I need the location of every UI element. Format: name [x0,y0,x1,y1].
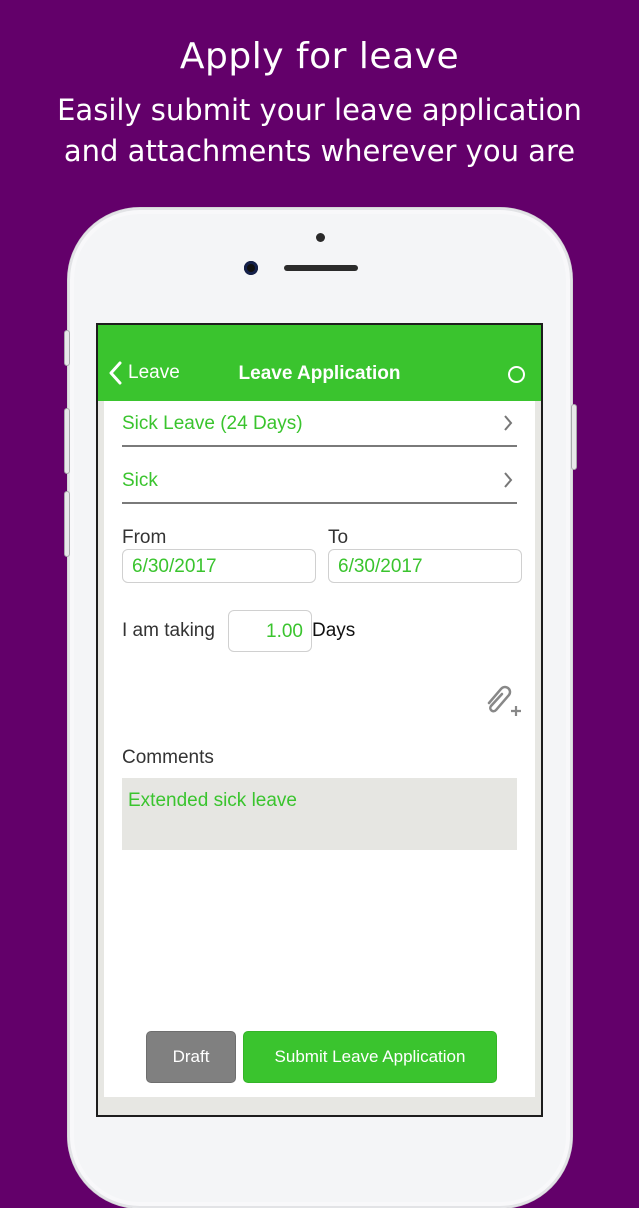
power-button [571,404,577,470]
leave-type-value: Sick Leave (24 Days) [122,413,303,434]
from-date-field[interactable]: 6/30/2017 [122,549,316,583]
to-label: To [328,527,349,548]
promo-subtitle: Easily submit your leave application and… [0,90,639,172]
draft-button[interactable]: Draft [146,1031,236,1083]
days-input[interactable]: 1.00 [228,610,312,652]
paperclip-add-icon[interactable] [481,679,523,721]
chevron-right-icon [504,472,513,488]
volume-up-button [64,408,70,474]
from-label: From [122,527,167,548]
comments-label: Comments [122,747,214,768]
leave-type-select[interactable]: Sick Leave (24 Days) [122,401,517,447]
proximity-sensor [316,233,325,242]
to-date-field[interactable]: 6/30/2017 [328,549,522,583]
days-suffix: Days [312,620,356,641]
comments-field[interactable]: Extended sick leave [122,778,517,850]
reason-value: Sick [122,470,158,491]
promo-subtitle-line1: Easily submit your leave application [57,93,582,127]
reason-select[interactable]: Sick [122,458,517,504]
circle-icon[interactable] [508,366,525,383]
taking-label: I am taking [122,620,215,641]
nav-title: Leave Application [238,363,401,384]
app-screen: Leave Leave Application Sick Leave (24 D… [96,323,543,1117]
navbar: Leave Leave Application [98,325,541,401]
chevron-right-icon [504,415,513,431]
promo-subtitle-line2: and attachments wherever you are [63,134,576,168]
form-content: Sick Leave (24 Days) Sick From 6/30/2017… [104,401,535,1097]
submit-button[interactable]: Submit Leave Application [243,1031,497,1083]
mute-switch [64,330,70,366]
volume-down-button [64,491,70,557]
front-camera [244,261,258,275]
promo-title: Apply for leave [179,36,460,77]
earpiece-speaker [284,265,358,271]
